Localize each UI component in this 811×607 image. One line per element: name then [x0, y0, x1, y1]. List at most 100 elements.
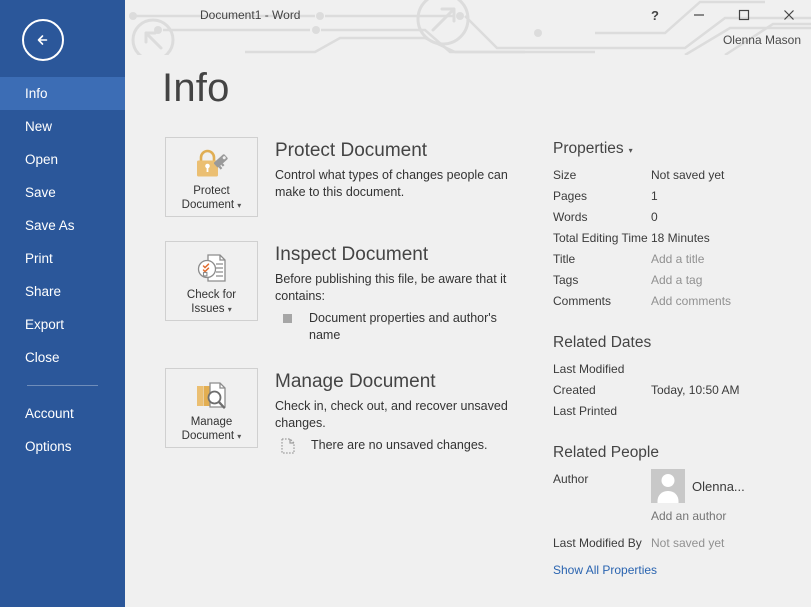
properties-heading-label: Properties [553, 140, 624, 158]
manage-document-bullet: There are no unsaved changes. [275, 437, 525, 459]
last-modified-by-value: Not saved yet [651, 533, 724, 554]
sidebar-item-save[interactable]: Save [0, 176, 125, 209]
related-date-key: Created [553, 380, 651, 401]
section-spacer [553, 422, 803, 444]
related-date-key: Last Printed [553, 401, 651, 422]
sidebar-item-info[interactable]: Info [0, 77, 125, 110]
chevron-down-icon: ▾ [237, 432, 241, 441]
sidebar-nav: Info New Open Save Save As Print Share E… [0, 77, 125, 463]
sidebar-item-options[interactable]: Options [0, 430, 125, 463]
back-button[interactable] [22, 19, 64, 61]
page-title: Info [162, 66, 230, 111]
show-all-properties-row: Show All Properties [553, 561, 803, 579]
maximize-button[interactable] [721, 0, 766, 30]
chevron-down-icon: ▾ [629, 146, 633, 155]
close-icon [783, 9, 795, 21]
back-arrow-icon [32, 29, 54, 51]
minimize-icon [693, 9, 705, 21]
minimize-button[interactable] [676, 0, 721, 30]
manage-document-description: Check in, check out, and recover unsaved… [275, 398, 525, 432]
manage-document-heading: Manage Document [275, 370, 525, 394]
related-date-key: Last Modified [553, 359, 651, 380]
property-key: Size [553, 165, 651, 186]
add-an-author-button[interactable]: Add an author [651, 509, 803, 523]
section-spacer [553, 312, 803, 334]
related-people-header: Related People [553, 444, 803, 462]
related-date-row: Created Today, 10:50 AM [553, 380, 803, 401]
property-value-placeholder[interactable]: Add a tag [651, 270, 702, 291]
property-row: Words 0 [553, 207, 803, 228]
account-name-label: Olenna Mason [723, 33, 801, 47]
protect-document-text: Protect Document Control what types of c… [275, 137, 525, 201]
document-checklist-icon [195, 251, 229, 285]
property-key: Pages [553, 186, 651, 207]
property-key: Tags [553, 270, 651, 291]
related-date-row: Last Modified [553, 359, 803, 380]
author-key-label: Author [553, 469, 651, 503]
properties-header[interactable]: Properties ▾ [553, 140, 803, 158]
related-dates-header: Related Dates [553, 334, 803, 352]
show-all-properties-link[interactable]: Show All Properties [553, 563, 657, 577]
manage-document-button[interactable]: Manage Document ▾ [165, 368, 258, 448]
sidebar-item-label: Account [25, 406, 74, 421]
sidebar-item-label: New [25, 119, 52, 134]
property-row-title[interactable]: Title Add a title [553, 249, 803, 270]
button-label-line1: Manage [191, 416, 233, 428]
inspect-document-heading: Inspect Document [275, 243, 525, 267]
close-button[interactable] [766, 0, 811, 30]
manage-document-bullet-text: There are no unsaved changes. [311, 437, 488, 454]
last-modified-by-key: Last Modified By [553, 533, 651, 554]
check-for-issues-button[interactable]: Check for Issues ▾ [165, 241, 258, 321]
sidebar-item-print[interactable]: Print [0, 242, 125, 275]
protect-document-card: Protect Document ▾ Protect Document Cont… [165, 137, 525, 217]
info-cards-column: Protect Document ▾ Protect Document Cont… [165, 137, 525, 459]
inspect-document-bullet-text: Document properties and author's name [309, 310, 525, 344]
sidebar-item-label: Close [25, 350, 60, 365]
property-row-comments[interactable]: Comments Add comments [553, 291, 803, 312]
last-modified-by-row: Last Modified By Not saved yet [553, 533, 803, 554]
sidebar-item-label: Save [25, 185, 56, 200]
sidebar-item-close[interactable]: Close [0, 341, 125, 374]
author-name: Olenna... [692, 479, 745, 494]
sidebar-item-new[interactable]: New [0, 110, 125, 143]
protect-document-button[interactable]: Protect Document ▾ [165, 137, 258, 217]
author-entry[interactable]: Olenna... [651, 469, 745, 503]
property-key: Total Editing Time [553, 228, 651, 249]
check-for-issues-button-label: Check for Issues ▾ [187, 288, 236, 317]
property-value-placeholder[interactable]: Add a title [651, 249, 704, 270]
property-value-placeholder[interactable]: Add comments [651, 291, 731, 312]
property-row: Total Editing Time 18 Minutes [553, 228, 803, 249]
property-key: Comments [553, 291, 651, 312]
sidebar-item-export[interactable]: Export [0, 308, 125, 341]
maximize-icon [738, 9, 750, 21]
property-key: Title [553, 249, 651, 270]
author-row: Author Olenna... [553, 469, 803, 503]
property-key: Words [553, 207, 651, 228]
button-label-line2: Document [182, 430, 234, 442]
inspect-document-description: Before publishing this file, be aware th… [275, 271, 525, 305]
sidebar-item-account[interactable]: Account [0, 397, 125, 430]
sidebar-item-open[interactable]: Open [0, 143, 125, 176]
help-button[interactable]: ? [634, 0, 676, 30]
protect-document-heading: Protect Document [275, 139, 525, 163]
property-row: Size Not saved yet [553, 165, 803, 186]
button-label-line2: Document [182, 199, 234, 211]
inspect-document-bullet: Document properties and author's name [275, 310, 525, 344]
sidebar-divider [27, 385, 98, 386]
sidebar-item-share[interactable]: Share [0, 275, 125, 308]
avatar-head [662, 474, 675, 487]
title-bar: Document1 - Word ? Olenna Mason [125, 0, 811, 55]
sidebar-item-save-as[interactable]: Save As [0, 209, 125, 242]
sidebar-item-label: Print [25, 251, 53, 266]
property-row-tags[interactable]: Tags Add a tag [553, 270, 803, 291]
property-value: Not saved yet [651, 165, 724, 186]
button-label-line1: Protect [193, 185, 229, 197]
manage-document-button-label: Manage Document ▾ [182, 415, 242, 444]
inspect-document-card: Check for Issues ▾ Inspect Document Befo… [165, 241, 525, 344]
property-value: 1 [651, 186, 658, 207]
button-label-line1: Check for [187, 289, 236, 301]
square-bullet-icon [283, 314, 292, 323]
sidebar-item-label: Open [25, 152, 58, 167]
lock-and-key-icon [193, 147, 231, 181]
properties-list: Size Not saved yet Pages 1 Words 0 Total… [553, 165, 803, 312]
